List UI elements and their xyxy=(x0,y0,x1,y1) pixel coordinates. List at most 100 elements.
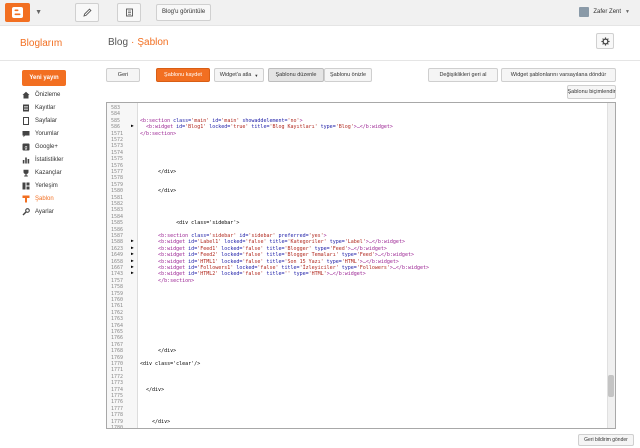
sidebar-item-layout[interactable]: Yerleşim xyxy=(22,180,58,192)
code-token: title= xyxy=(278,265,300,271)
line-number: 1780 xyxy=(111,425,124,429)
code-token: 'sidebar' xyxy=(209,233,237,239)
svg-text:g: g xyxy=(25,145,28,151)
view-blog-button[interactable]: Blog'u görüntüle xyxy=(156,4,212,21)
code-token: 'Feed' xyxy=(356,252,375,259)
code-line[interactable]: 1780 xyxy=(107,425,615,429)
code-token: title= xyxy=(266,239,288,246)
sidebar-item-label: Kayıtlar xyxy=(35,105,56,111)
code-token: id= xyxy=(209,117,222,124)
format-template-button[interactable]: Şablonu biçimlendir xyxy=(567,85,616,99)
code-token: <b:widget xyxy=(140,258,189,265)
code-editor[interactable]: 583 584 585 <b:section class='main' id='mai… xyxy=(106,102,616,429)
code-token: <div class='clear'/> xyxy=(140,361,201,367)
code-token: 'HTML' xyxy=(341,258,360,265)
save-template-button[interactable]: Şablonu kaydet xyxy=(156,68,210,82)
code-token: </div> xyxy=(140,348,177,355)
user-name: Zafer Zent xyxy=(593,9,622,15)
user-menu[interactable]: Zafer Zent ▼ xyxy=(579,7,630,17)
new-post-pencil-button[interactable] xyxy=(75,3,99,22)
sidebar-item-label: İstatistikler xyxy=(35,157,64,163)
sidebar-item-settings[interactable]: Ayarlar xyxy=(22,206,54,218)
google-plus-icon: g xyxy=(22,143,30,151)
code-token: 'Blog' xyxy=(335,124,354,131)
code-token: 'Blog Kayıtları' xyxy=(269,124,318,131)
sidebar-item-label: Ayarlar xyxy=(35,209,54,215)
sidebar-item-pages[interactable]: Sayfalar xyxy=(22,115,57,127)
revert-widgets-button[interactable]: Widget şablonlarını varsayılana döndür xyxy=(501,68,616,82)
code-token: <div class='sidebar'> xyxy=(140,220,240,227)
code-token: locked= xyxy=(221,239,246,246)
code-token: id= xyxy=(176,124,186,131)
brand-title[interactable]: Bloglarım xyxy=(20,38,62,49)
posts-list-button[interactable] xyxy=(117,3,141,22)
code-token: 'Label1' xyxy=(197,239,222,246)
code-token: 'false' xyxy=(257,265,279,271)
code-token: 'Feed' xyxy=(329,245,348,252)
posts-icon xyxy=(22,104,30,112)
code-token: 'Blog1' xyxy=(185,124,207,131)
code-token: type= xyxy=(290,271,309,278)
code-token: locked= xyxy=(233,265,258,271)
breadcrumb-blog[interactable]: Blog xyxy=(108,37,128,48)
breadcrumb: Blog · Şablon xyxy=(108,37,169,48)
code-token: id= xyxy=(236,233,249,239)
sidebar-item-comments[interactable]: Yorumlar xyxy=(22,128,59,140)
code-token: >…</b:widget> xyxy=(347,245,387,252)
code-token: id= xyxy=(188,239,198,246)
code-token: > xyxy=(323,233,327,239)
code-token: title= xyxy=(263,271,285,278)
code-token: 'Feed1' xyxy=(197,245,219,252)
code-token: 'main' xyxy=(191,117,210,124)
sidebar-item-overview[interactable]: Önizleme xyxy=(22,89,60,101)
code-token: title= xyxy=(263,252,285,259)
pencil-icon xyxy=(82,8,92,17)
new-post-button[interactable]: Yeni yayın xyxy=(22,70,66,86)
scrollbar-thumb[interactable] xyxy=(608,375,614,397)
sidebar-item-label: Şablon xyxy=(35,196,54,202)
code-token: class= xyxy=(173,117,192,124)
code-token: <b:widget xyxy=(140,124,177,131)
back-button[interactable]: Geri xyxy=(106,68,140,82)
revert-changes-button[interactable]: Değişiklikleri geri al xyxy=(428,68,498,82)
code-token: 'Blogger Temaları' xyxy=(284,252,339,259)
template-icon xyxy=(22,195,30,203)
jump-to-widget-dropdown[interactable]: Widget'a atla ▼ xyxy=(214,68,264,82)
code-token: 'main' xyxy=(221,117,240,124)
avatar xyxy=(579,7,590,17)
code-token: </div> xyxy=(140,188,177,195)
code-token: 'false' xyxy=(242,245,264,252)
code-token: 'HTML1' xyxy=(197,258,219,265)
code-token: >…</b:widget> xyxy=(359,258,399,265)
sidebar-item-label: Yerleşim xyxy=(35,183,58,189)
sidebar: Yeni yayın Önizleme Kayıtlar Sayfalar Yo… xyxy=(0,62,100,448)
layout-icon xyxy=(22,182,30,190)
code-token: type= xyxy=(338,265,357,271)
page-header: Bloglarım Blog · Şablon xyxy=(0,27,640,61)
settings-gear-button[interactable] xyxy=(596,33,614,49)
breadcrumb-separator: · xyxy=(131,37,135,48)
code-token: 'Son 15 Yazı' xyxy=(284,258,324,265)
sidebar-item-earnings[interactable]: Kazançlar xyxy=(22,167,62,179)
code-token: <b:widget xyxy=(140,271,189,278)
home-icon xyxy=(22,91,30,99)
sidebar-item-posts[interactable]: Kayıtlar xyxy=(22,102,55,114)
send-feedback-button[interactable]: Geri bildirim gönder xyxy=(578,434,634,446)
blogger-logo-button[interactable]: ▼ xyxy=(5,3,42,22)
code-token: type= xyxy=(338,252,357,259)
sidebar-item-template[interactable]: Şablon xyxy=(22,193,54,205)
code-token: <b:widget xyxy=(140,245,189,252)
sidebar-item-google-plus[interactable]: g Google+ xyxy=(22,141,58,153)
edit-template-button[interactable]: Şablonu düzenle xyxy=(268,68,324,82)
document-stack-icon xyxy=(125,8,133,17)
code-token: 'false' xyxy=(242,258,264,265)
editor-scrollbar[interactable] xyxy=(607,103,615,428)
code-token: 'Followers1' xyxy=(197,265,234,271)
sidebar-item-stats[interactable]: İstatistikler xyxy=(22,154,63,166)
code-token: <b:section xyxy=(140,233,192,239)
preview-template-button[interactable]: Şablonu önizle xyxy=(324,68,372,82)
pages-icon xyxy=(22,117,30,125)
code-token: </b:section> xyxy=(140,130,177,137)
code-token: 'no' xyxy=(287,117,300,124)
code-token: 'false' xyxy=(242,252,264,259)
